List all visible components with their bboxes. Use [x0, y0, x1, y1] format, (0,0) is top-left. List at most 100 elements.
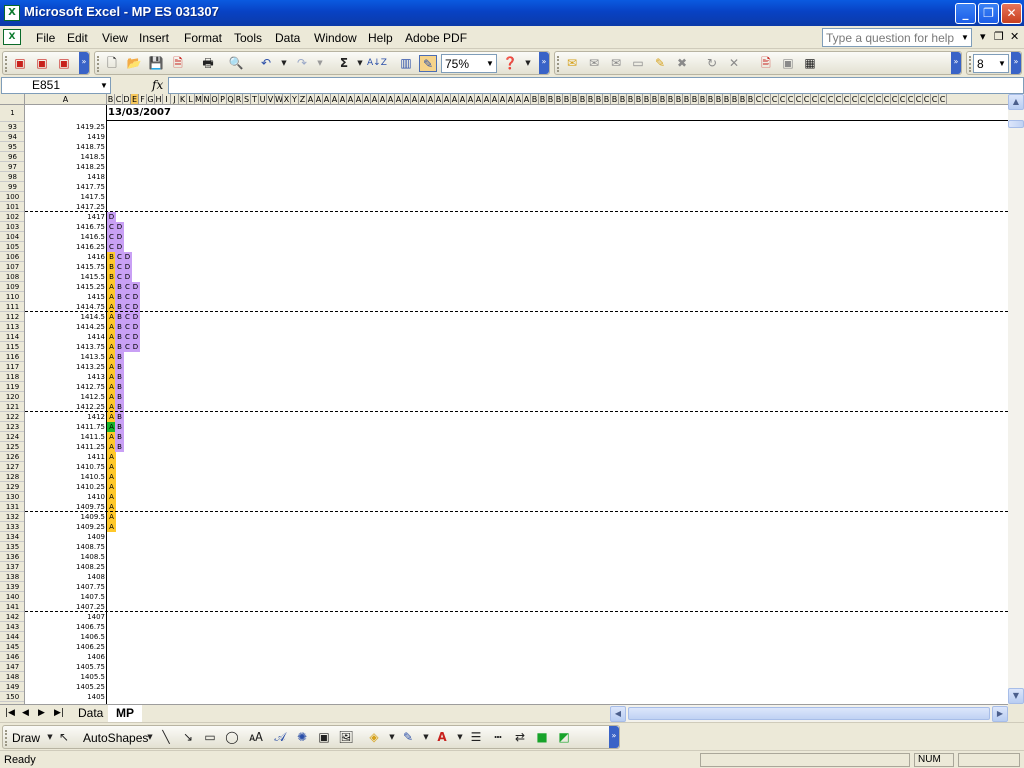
excel-app-icon[interactable]: X [4, 5, 20, 21]
scroll-up-icon[interactable]: ▲ [1008, 94, 1024, 110]
column-header[interactable]: S [243, 94, 251, 104]
column-header[interactable]: V [267, 94, 275, 104]
column-header[interactable]: B [731, 94, 739, 104]
column-header[interactable]: O [211, 94, 219, 104]
column-header[interactable]: Z [299, 94, 307, 104]
date-header-cell[interactable]: 13/03/2007 [107, 105, 1008, 121]
price-cell[interactable]: 1412.5 [25, 392, 106, 402]
price-cell[interactable]: 1416.5 [25, 232, 106, 242]
column-header[interactable]: Y [291, 94, 299, 104]
column-header[interactable]: A [339, 94, 347, 104]
tpo-letter-cell[interactable]: B [115, 392, 124, 402]
tpo-letter-cell[interactable]: B [115, 382, 124, 392]
row-header[interactable]: 123 [0, 422, 24, 432]
row-header[interactable]: 136 [0, 552, 24, 562]
tab-mp[interactable]: MP [108, 705, 142, 722]
pdf-review-icon[interactable]: ▣ [55, 55, 73, 72]
help-search-input[interactable]: Type a question for help ▼ [822, 28, 972, 47]
menu-adobe-pdf[interactable]: Adobe PDF [405, 31, 467, 45]
column-header[interactable]: B [659, 94, 667, 104]
price-cell[interactable]: 1410.75 [25, 462, 106, 472]
chevron-down-icon[interactable]: ▼ [275, 55, 293, 72]
font-size-select[interactable]: 8 ▼ [973, 54, 1009, 73]
row-header[interactable]: 127 [0, 462, 24, 472]
name-box[interactable]: E851 ▼ [1, 77, 111, 94]
column-header[interactable]: B [587, 94, 595, 104]
price-cell[interactable]: 1415.25 [25, 282, 106, 292]
tpo-letter-cell[interactable]: D [123, 252, 132, 262]
column-header[interactable]: C [899, 94, 907, 104]
row-header[interactable]: 122 [0, 412, 24, 422]
column-header[interactable]: Q [227, 94, 235, 104]
price-cell[interactable]: 1410 [25, 492, 106, 502]
column-header[interactable]: B [739, 94, 747, 104]
column-header[interactable]: C [819, 94, 827, 104]
price-cell[interactable]: 1411.75 [25, 422, 106, 432]
column-header[interactable]: A [331, 94, 339, 104]
column-header[interactable]: X [283, 94, 291, 104]
track-changes-icon[interactable]: ↻ [703, 55, 721, 72]
row-header[interactable]: 96 [0, 152, 24, 162]
tpo-letter-cell[interactable]: D [123, 262, 132, 272]
3d-style-icon[interactable]: ◩ [555, 729, 573, 746]
undo-icon[interactable]: ↶ [257, 55, 275, 72]
column-header[interactable]: A [419, 94, 427, 104]
price-cell[interactable]: 1410.5 [25, 472, 106, 482]
price-cell[interactable]: 1413.25 [25, 362, 106, 372]
menu-format[interactable]: Format [184, 31, 222, 45]
menu-tools[interactable]: Tools [234, 31, 262, 45]
toolbar-grip[interactable] [557, 56, 560, 72]
price-cell[interactable]: 1419.25 [25, 122, 106, 132]
row-header[interactable]: 100 [0, 192, 24, 202]
toolbar-options-icon[interactable]: » [539, 52, 549, 74]
reply-changes-icon[interactable]: ✉ [585, 55, 603, 72]
price-cell[interactable]: 1418.5 [25, 152, 106, 162]
column-header[interactable]: C [875, 94, 883, 104]
arrow-style-icon[interactable]: ⇄ [511, 729, 529, 746]
line-style-icon[interactable]: ☰ [467, 729, 485, 746]
column-header[interactable]: B [563, 94, 571, 104]
price-cell[interactable]: 1405.25 [25, 682, 106, 692]
row-header[interactable]: 97 [0, 162, 24, 172]
row-header[interactable]: 138 [0, 572, 24, 582]
column-header[interactable]: B [635, 94, 643, 104]
shadow-style-icon[interactable]: ■ [533, 729, 551, 746]
menu-insert[interactable]: Insert [139, 31, 169, 45]
chart-wizard-icon[interactable]: ▥ [397, 55, 415, 72]
toolbar-grip[interactable] [5, 730, 8, 746]
column-header[interactable]: C [779, 94, 787, 104]
column-header[interactable]: A [371, 94, 379, 104]
row-header[interactable]: 129 [0, 482, 24, 492]
scroll-left-icon[interactable]: ◀ [610, 706, 626, 722]
select-all-button[interactable] [0, 94, 25, 105]
column-header[interactable]: A [475, 94, 483, 104]
picture-icon[interactable]: 🖼 [337, 729, 355, 746]
workbook-close-icon[interactable]: ✕ [1010, 30, 1019, 43]
column-header[interactable]: C [771, 94, 779, 104]
price-cell[interactable]: 1413 [25, 372, 106, 382]
tpo-letter-cell[interactable]: D [131, 332, 140, 342]
price-cell[interactable]: 1419 [25, 132, 106, 142]
chevron-down-icon[interactable]: ▼ [959, 29, 971, 46]
toolbar-options-icon[interactable]: » [1011, 52, 1021, 74]
tpo-letter-cell[interactable]: B [115, 432, 124, 442]
column-header[interactable]: B [547, 94, 555, 104]
tpo-letter-cell[interactable]: D [131, 342, 140, 352]
worksheet-grid[interactable]: ABCDEFGHIJKLMNOPQRSTUVWXYZAAAAAAAAAAAAAA… [0, 94, 1008, 704]
column-header[interactable]: C [755, 94, 763, 104]
column-header[interactable]: B [531, 94, 539, 104]
permission-icon[interactable]: 🗎 [169, 55, 187, 72]
chevron-down-icon[interactable]: ▼ [996, 55, 1008, 72]
row-header[interactable]: 125 [0, 442, 24, 452]
row-header[interactable]: 150 [0, 692, 24, 702]
price-cell[interactable]: 1408.75 [25, 542, 106, 552]
tpo-letter-cell[interactable]: A [107, 512, 116, 522]
column-header[interactable]: P [219, 94, 227, 104]
review-pane-icon[interactable]: 🖹 [757, 55, 775, 72]
research-icon[interactable]: 🔍 [227, 55, 245, 72]
column-header[interactable]: A [387, 94, 395, 104]
envelope-icon[interactable]: ✉ [563, 55, 581, 72]
cell-area[interactable]: 13/03/2007 1419.25 1419 1418.75 1418.5 1418.… [25, 105, 1008, 704]
column-header[interactable]: B [683, 94, 691, 104]
column-header[interactable]: C [939, 94, 947, 104]
